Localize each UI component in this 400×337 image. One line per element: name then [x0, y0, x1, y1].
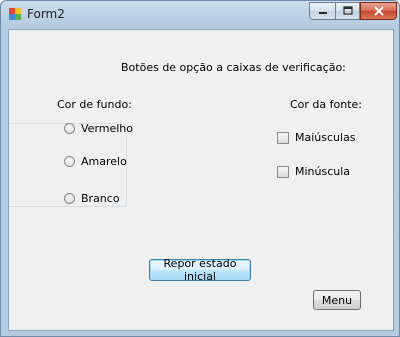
- radio-vermelho-label: Vermelho: [81, 122, 134, 135]
- form-client-area: Botões de opção a caixas de verificação:…: [8, 29, 394, 331]
- checkbox-box-icon[interactable]: [277, 165, 289, 178]
- checkbox-minuscula-label: Minúscula: [295, 165, 351, 178]
- reset-state-button[interactable]: Repor estado inicial: [149, 257, 251, 283]
- background-color-label: Cor de fundo:: [57, 98, 132, 111]
- radio-circle-icon[interactable]: [64, 156, 75, 167]
- app-icon: [9, 8, 21, 20]
- checkbox-box-icon[interactable]: [277, 131, 289, 144]
- checkbox-maiusculas-label: Maiúsculas: [295, 131, 356, 144]
- radio-amarelo[interactable]: Amarelo: [64, 155, 127, 168]
- menu-button[interactable]: Menu: [313, 290, 361, 310]
- close-icon: [373, 6, 384, 16]
- font-color-label: Cor da fonte:: [290, 98, 363, 111]
- radio-branco[interactable]: Branco: [64, 192, 120, 205]
- maximize-icon: [342, 6, 353, 15]
- window-title: Form2: [27, 7, 65, 21]
- radio-circle-icon[interactable]: [64, 123, 75, 134]
- radio-circle-icon[interactable]: [64, 193, 75, 204]
- checkbox-maiusculas[interactable]: Maiúsculas: [277, 131, 356, 144]
- form2-window: Form2 Botões de opção a caixas de verifi…: [0, 0, 400, 337]
- title-bar[interactable]: Form2: [1, 1, 399, 25]
- radio-amarelo-label: Amarelo: [81, 155, 127, 168]
- minimize-icon: [318, 12, 327, 14]
- close-button[interactable]: [360, 2, 397, 20]
- checkbox-minuscula[interactable]: Minúscula: [277, 165, 350, 178]
- minimize-button[interactable]: [309, 2, 335, 20]
- form-heading: Botões de opção a caixas de verificação:: [121, 61, 346, 74]
- maximize-button[interactable]: [335, 2, 360, 20]
- radio-branco-label: Branco: [81, 192, 120, 205]
- radio-vermelho[interactable]: Vermelho: [64, 122, 133, 135]
